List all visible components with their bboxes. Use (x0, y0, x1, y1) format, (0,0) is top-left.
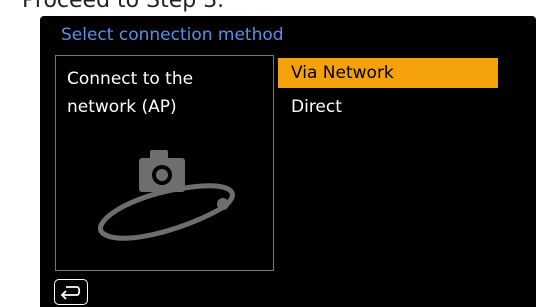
info-text: Connect to the network (AP) (67, 65, 267, 121)
screen-title: Select connection method (61, 25, 284, 45)
return-arrow-icon (60, 286, 81, 300)
back-button[interactable] (54, 279, 88, 305)
info-line-2: network (AP) (67, 97, 177, 117)
camera-screen: Select connection method Connect to the … (40, 16, 536, 307)
camera-orbit-icon (97, 150, 235, 241)
step-caption: Proceed to Step 3. (22, 0, 225, 13)
menu-item-direct[interactable]: Direct (278, 92, 498, 122)
info-panel: Connect to the network (AP) (55, 55, 274, 271)
connection-method-menu: Via Network Direct (278, 58, 498, 126)
menu-item-via-network[interactable]: Via Network (278, 58, 498, 88)
info-line-1: Connect to the (67, 69, 194, 89)
